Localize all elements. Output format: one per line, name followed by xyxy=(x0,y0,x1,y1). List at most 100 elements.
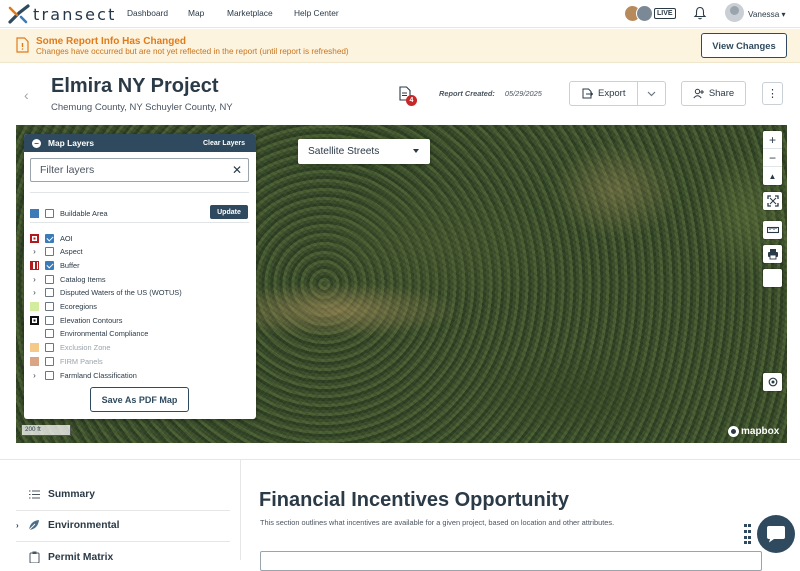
export-label: Export xyxy=(598,88,626,99)
list-icon xyxy=(28,488,40,500)
layer-swatch xyxy=(30,260,39,270)
collaborator-avatars[interactable] xyxy=(624,5,654,22)
layer-checkbox[interactable] xyxy=(45,247,54,257)
collaborator-avatar xyxy=(636,5,653,22)
layer-checkbox[interactable] xyxy=(45,329,54,339)
measure-button[interactable] xyxy=(763,221,782,239)
user-avatar[interactable] xyxy=(725,3,744,22)
banner-title: Some Report Info Has Changed xyxy=(36,36,187,47)
print-button[interactable] xyxy=(763,245,782,263)
layer-label: Disputed Waters of the US (WOTUS) xyxy=(60,288,182,298)
sidebar-item-label: Environmental xyxy=(48,519,120,531)
layer-checkbox[interactable] xyxy=(45,274,54,284)
chevron-down-icon xyxy=(413,149,419,153)
export-icon xyxy=(582,88,593,99)
sidebar-item-summary[interactable]: Summary xyxy=(16,488,95,500)
clear-layers-button[interactable]: Clear Layers xyxy=(203,140,245,147)
chat-button[interactable] xyxy=(757,515,795,553)
report-created-label: Report Created: xyxy=(439,89,495,98)
layer-checkbox[interactable] xyxy=(45,315,54,325)
share-button[interactable]: Share xyxy=(681,81,746,106)
document-alert-icon xyxy=(16,37,29,53)
share-label: Share xyxy=(708,88,735,99)
chevron-right-icon[interactable]: › xyxy=(30,288,39,297)
save-as-pdf-map-button[interactable]: Save As PDF Map xyxy=(90,387,189,412)
drag-handle[interactable] xyxy=(744,524,751,546)
layer-swatch xyxy=(30,233,39,243)
layer-row[interactable]: Exclusion Zone xyxy=(30,342,111,354)
layer-row[interactable]: Ecoregions xyxy=(30,301,97,313)
blank-map-button[interactable] xyxy=(763,269,782,287)
map-layers-panel: − Map Layers Clear Layers Filter layers … xyxy=(24,134,256,419)
layer-row[interactable]: Environmental Compliance xyxy=(30,328,148,340)
map-style-value: Satellite Streets xyxy=(308,146,380,157)
layer-checkbox[interactable] xyxy=(45,356,54,366)
zoom-out-button[interactable]: − xyxy=(763,149,782,167)
back-chevron-icon[interactable]: ‹ xyxy=(24,87,29,103)
layer-checkbox[interactable] xyxy=(45,288,54,298)
sidebar-item-label: Permit Matrix xyxy=(48,551,114,563)
layer-row[interactable]: AOI xyxy=(30,232,73,244)
chevron-right-icon[interactable]: › xyxy=(30,371,39,380)
layer-checkbox[interactable] xyxy=(45,302,54,311)
layer-row[interactable]: Elevation Contours xyxy=(30,314,122,326)
view-changes-button[interactable]: View Changes xyxy=(701,33,787,58)
divider xyxy=(16,541,230,542)
chevron-down-icon xyxy=(647,91,656,96)
layer-swatch xyxy=(30,356,39,366)
close-icon[interactable]: ✕ xyxy=(232,163,242,177)
export-dropdown-toggle[interactable] xyxy=(638,91,665,97)
logo[interactable]: transect xyxy=(8,4,117,24)
zoom-in-button[interactable]: + xyxy=(763,131,782,149)
layer-checkbox[interactable] xyxy=(45,208,54,218)
layer-row[interactable]: Buffer xyxy=(30,259,80,271)
map-zoom-controls: + − ▲ xyxy=(763,131,782,185)
map-scale-bar: 200 ft xyxy=(21,425,71,436)
export-button[interactable]: Export xyxy=(570,82,638,105)
leaf-icon xyxy=(28,519,40,531)
layer-label: Ecoregions xyxy=(60,302,97,311)
chevron-right-icon[interactable]: › xyxy=(30,247,39,256)
layer-swatch xyxy=(30,302,39,311)
compass-button[interactable]: ▲ xyxy=(763,167,782,185)
layer-buildable-area[interactable]: Buildable Area xyxy=(30,207,108,219)
layers-panel-header: − Map Layers Clear Layers xyxy=(24,134,256,152)
divider xyxy=(30,222,249,223)
user-menu[interactable]: Vanessa ▾ xyxy=(748,9,786,19)
layer-checkbox[interactable] xyxy=(45,370,54,380)
bell-icon[interactable] xyxy=(693,6,707,20)
chevron-right-icon[interactable]: › xyxy=(30,275,39,284)
sidebar-item-permit-matrix[interactable]: Permit Matrix xyxy=(16,551,113,563)
ruler-icon xyxy=(766,226,779,234)
nav-map[interactable]: Map xyxy=(188,8,204,18)
layer-checkbox[interactable] xyxy=(45,343,54,353)
more-options-button[interactable]: ⋮ xyxy=(762,82,783,105)
live-badge: LIVE xyxy=(654,8,676,19)
layer-row[interactable]: FIRM Panels xyxy=(30,355,103,367)
layer-row[interactable]: › Farmland Classification xyxy=(30,369,137,381)
mapbox-attribution[interactable]: mapbox xyxy=(728,426,779,437)
sidebar-item-environmental[interactable]: › Environmental xyxy=(16,519,120,531)
export-button-group: Export xyxy=(569,81,666,106)
layer-label: Elevation Contours xyxy=(60,315,123,325)
update-button[interactable]: Update xyxy=(210,205,248,219)
nav-dashboard[interactable]: Dashboard xyxy=(127,8,168,18)
chat-bubble-icon xyxy=(767,526,785,543)
document-count-badge: 4 xyxy=(406,95,417,106)
transect-logo-icon xyxy=(8,4,30,24)
filter-layers-input[interactable]: Filter layers ✕ xyxy=(30,158,249,182)
layer-checkbox[interactable] xyxy=(45,233,54,243)
layer-row[interactable]: › Disputed Waters of the US (WOTUS) xyxy=(30,287,182,299)
nav-help-center[interactable]: Help Center xyxy=(294,8,339,18)
geolocate-button[interactable] xyxy=(763,373,782,391)
layer-swatch xyxy=(30,343,39,353)
clipboard-icon xyxy=(28,551,40,563)
layer-row[interactable]: › Aspect xyxy=(30,246,83,258)
fullscreen-button[interactable] xyxy=(763,192,782,210)
layer-swatch xyxy=(30,315,39,325)
map-style-select[interactable]: Satellite Streets xyxy=(298,139,430,164)
layer-row[interactable]: › Catalog Items xyxy=(30,273,106,285)
layer-checkbox[interactable] xyxy=(45,260,54,270)
nav-marketplace[interactable]: Marketplace xyxy=(227,8,273,18)
collapse-minus-icon[interactable]: − xyxy=(32,138,41,148)
